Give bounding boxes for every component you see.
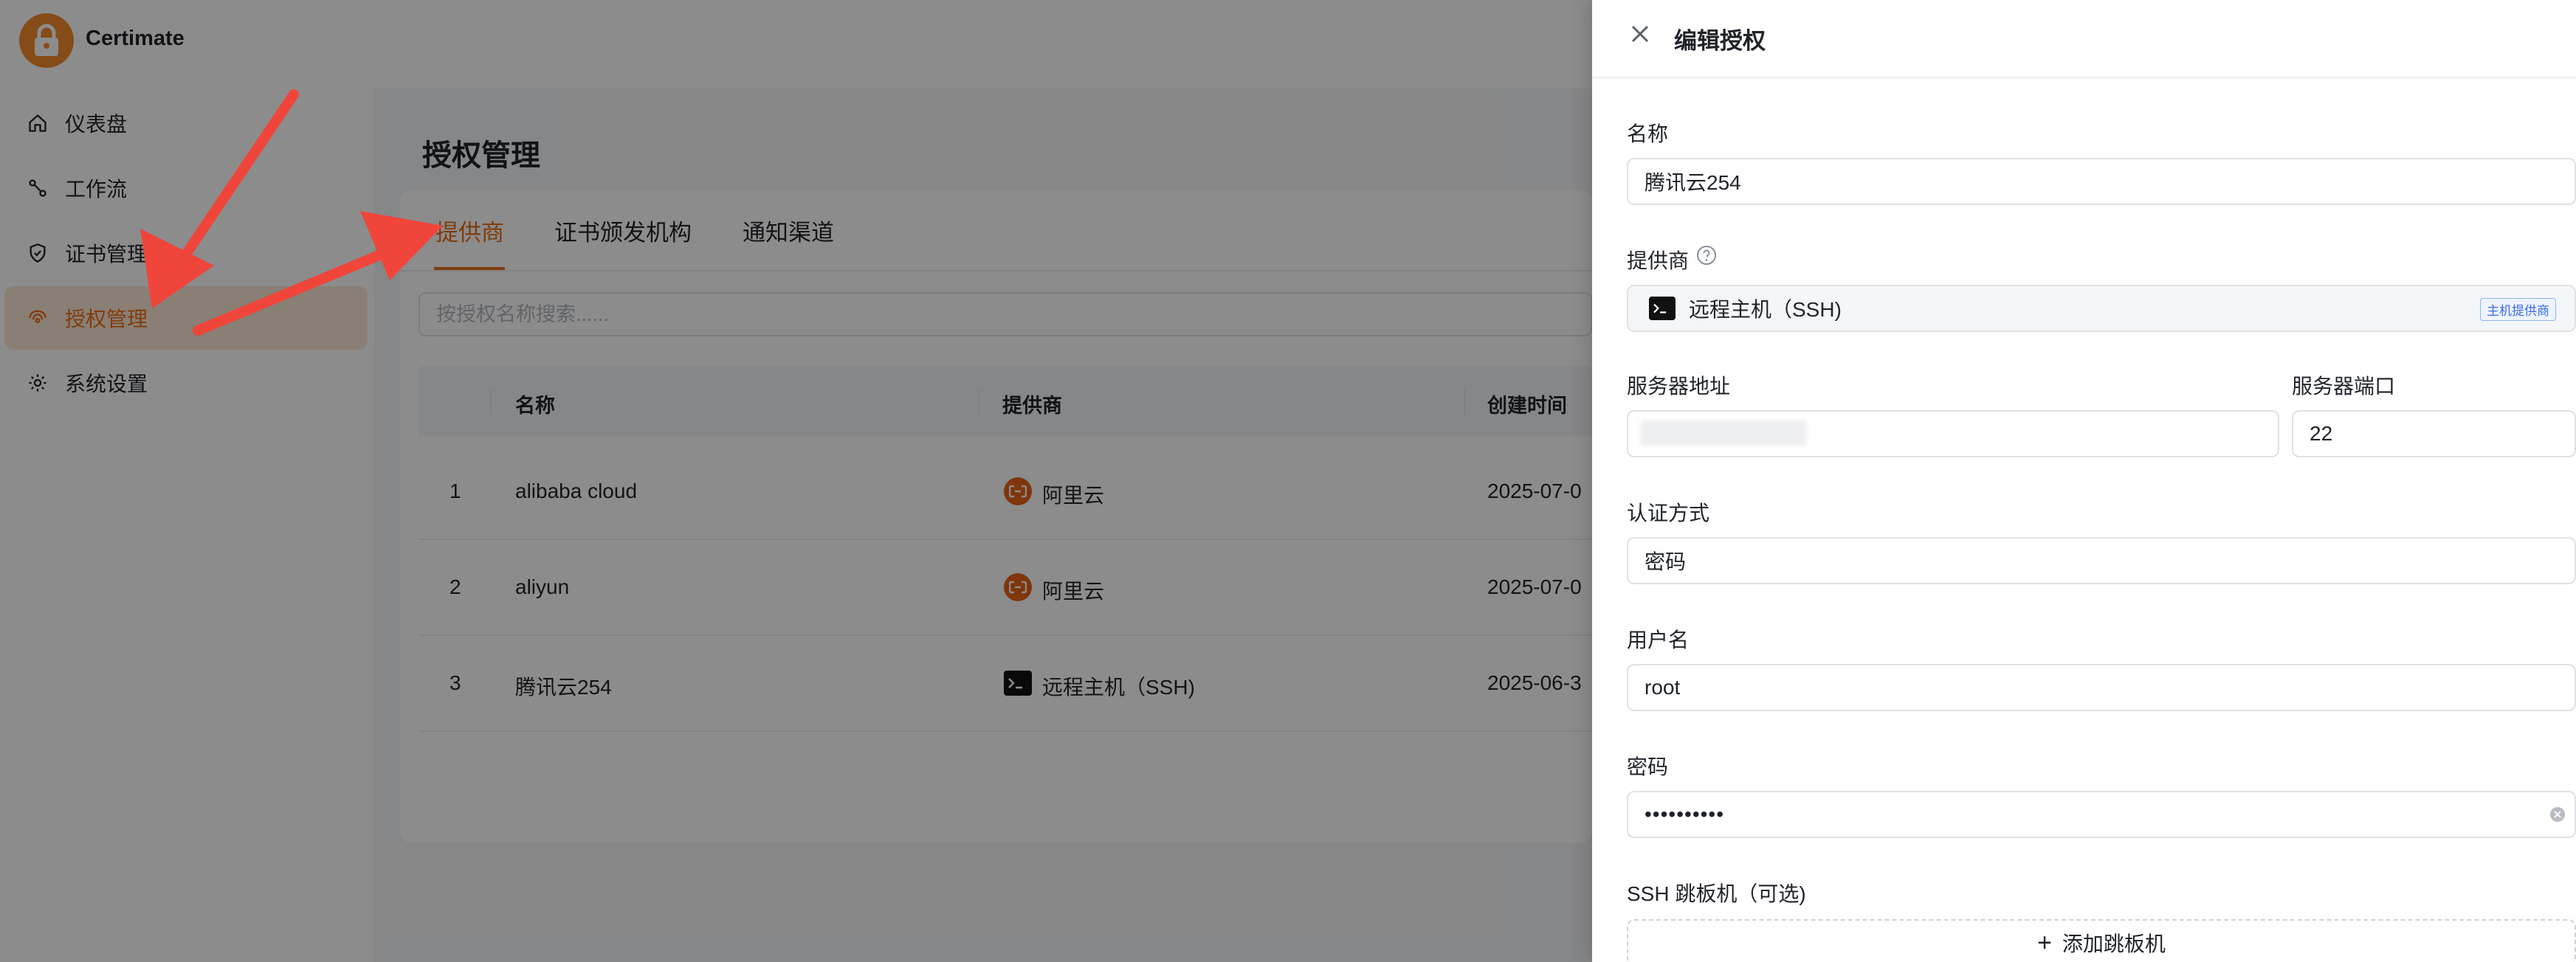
jump-host-label: SSH 跳板机（可选) [1627,882,1806,905]
provider-category-badge: 主机提供商 [2480,298,2556,321]
host-label: 服务器地址 [1627,375,1731,398]
provider-label: 提供商 [1627,249,1690,272]
drawer-title: 编辑授权 [1674,28,1766,54]
provider-select[interactable]: 远程主机（SSH) [1627,285,2576,332]
add-jump-host-label: 添加跳板机 [2062,932,2166,955]
password-field[interactable]: •••••••••• [1627,791,2576,838]
plus-icon: + [2037,929,2052,957]
redacted-host [1640,421,1807,446]
password-label: 密码 [1627,755,1669,778]
modal-overlay[interactable] [0,0,1592,962]
auth-method-select[interactable]: 密码 [1627,537,2576,584]
username-label: 用户名 [1627,629,1690,651]
add-jump-host-button[interactable]: + 添加跳板机 [1627,919,2576,962]
help-icon[interactable] [1696,245,1717,269]
terminal-icon [1649,297,1676,320]
port-label: 服务器端口 [2292,375,2396,398]
username-field[interactable]: root [1627,664,2576,711]
provider-value: 远程主机（SSH) [1689,298,1842,321]
drawer-header-divider [1592,77,2576,78]
auth-method-label: 认证方式 [1627,502,1710,525]
name-label: 名称 [1627,122,1669,145]
clear-input-icon[interactable] [2549,806,2566,826]
close-icon[interactable] [1630,24,1650,48]
name-field[interactable]: 腾讯云254 [1627,158,2576,205]
port-field[interactable]: 22 [2292,410,2576,457]
